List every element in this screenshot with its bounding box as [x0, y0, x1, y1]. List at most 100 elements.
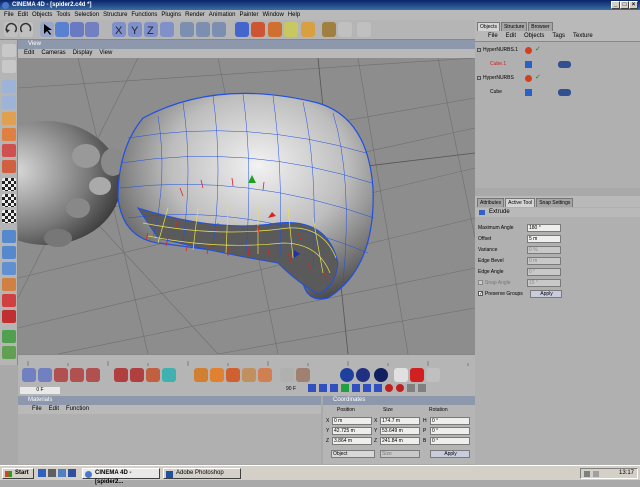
texture-mode-icon[interactable]: [2, 144, 16, 157]
pos-z-field[interactable]: 3.864 m: [332, 437, 372, 445]
material-new-icon[interactable]: [194, 368, 208, 382]
objects-menu-file[interactable]: File: [488, 31, 498, 41]
rotate-tool-icon[interactable]: [85, 22, 99, 37]
object-row-hypernurbs-1[interactable]: HyperNURBS.1 ✓: [475, 44, 640, 56]
quicklaunch-explorer-icon[interactable]: [58, 469, 66, 477]
z-axis-icon[interactable]: Z: [144, 22, 158, 37]
options-icon[interactable]: [426, 368, 440, 382]
menu-tools[interactable]: Tools: [56, 10, 70, 20]
move-tool-icon[interactable]: [55, 22, 69, 37]
checker-icon[interactable]: [2, 178, 16, 191]
next-key-icon[interactable]: [363, 384, 371, 392]
maximize-button[interactable]: □: [620, 1, 629, 9]
edge-bevel-field[interactable]: 0 m: [527, 257, 561, 265]
render-view-icon[interactable]: [180, 22, 194, 37]
start-button[interactable]: Start: [2, 468, 34, 479]
paint-tool-icon[interactable]: [296, 368, 310, 382]
brush-icon[interactable]: [2, 262, 16, 275]
size-mode-select[interactable]: Size: [380, 450, 420, 458]
tab-active-tool[interactable]: Active Tool: [505, 198, 536, 207]
paint-icon[interactable]: [2, 278, 16, 291]
weight-icon[interactable]: [2, 346, 16, 359]
brush-tool-icon[interactable]: [280, 368, 294, 382]
menu-animation[interactable]: Animation: [209, 10, 236, 20]
camera-render-icon[interactable]: [394, 368, 408, 382]
object-row-hypernurbs[interactable]: HyperNURBS ✓: [475, 72, 640, 84]
pos-x-field[interactable]: 0 m: [332, 417, 372, 425]
record-key-icon[interactable]: [385, 384, 393, 392]
expand-icon[interactable]: [477, 48, 481, 52]
menu-render[interactable]: Render: [185, 10, 205, 20]
tray-volume-icon[interactable]: [584, 471, 590, 477]
rot-b-field[interactable]: 0 °: [430, 437, 470, 445]
size-z-field[interactable]: 241.84 m: [380, 437, 420, 445]
timeline-bar[interactable]: [18, 354, 475, 366]
task-photoshop[interactable]: Adobe Photoshop: [163, 468, 241, 479]
render-sphere-icon[interactable]: [340, 368, 354, 382]
viewport-menu-edit[interactable]: Edit: [24, 49, 34, 58]
spider-head-mesh[interactable]: [18, 121, 125, 247]
keyframe-icon[interactable]: [114, 368, 128, 382]
texture-tag-icon[interactable]: [558, 61, 571, 68]
object-name[interactable]: Cube: [490, 86, 502, 98]
objects-menu-tags[interactable]: Tags: [552, 31, 565, 41]
render-sphere-2-icon[interactable]: [356, 368, 370, 382]
next-frame-icon[interactable]: [352, 384, 360, 392]
objects-menu-edit[interactable]: Edit: [506, 31, 516, 41]
material-copy-icon[interactable]: [258, 368, 272, 382]
points-mode-icon[interactable]: [2, 96, 16, 109]
viewport-menu-display[interactable]: Display: [73, 49, 93, 58]
tweak-icon[interactable]: [2, 230, 16, 243]
material-sphere-icon[interactable]: [210, 368, 224, 382]
tab-structure[interactable]: Structure: [500, 22, 528, 31]
texture-tag-icon[interactable]: [558, 89, 571, 96]
object-name[interactable]: HyperNURBS: [483, 72, 514, 84]
record-pos-icon[interactable]: [54, 368, 68, 382]
enabled-check-icon[interactable]: ✓: [535, 44, 541, 56]
rot-p-field[interactable]: 0 °: [430, 427, 470, 435]
edit-mode-icon[interactable]: [2, 44, 16, 57]
preserve-groups-checkbox[interactable]: ✓: [478, 291, 483, 297]
object-row-cube[interactable]: Cube: [475, 86, 640, 98]
display-mode-icon[interactable]: [357, 22, 371, 37]
spider-body-mesh[interactable]: [117, 92, 375, 300]
rot-h-field[interactable]: 0 °: [430, 417, 470, 425]
record-rot-icon[interactable]: [86, 368, 100, 382]
size-x-field[interactable]: 174.7 m: [380, 417, 420, 425]
current-frame-field[interactable]: 0 F: [20, 387, 60, 394]
clone-icon[interactable]: [2, 294, 16, 307]
menu-file[interactable]: File: [4, 10, 14, 20]
enabled-check-icon[interactable]: ✓: [535, 72, 541, 84]
materials-menu-function[interactable]: Function: [66, 405, 89, 414]
scene-object-icon[interactable]: [284, 22, 298, 37]
edges-mode-icon[interactable]: [2, 112, 16, 125]
minimize-button[interactable]: _: [611, 1, 620, 9]
viewport-scene[interactable]: [18, 58, 475, 354]
object-row-cube-1[interactable]: Cube.1: [475, 58, 640, 70]
playback-options-icon[interactable]: [418, 384, 426, 392]
x-axis-icon[interactable]: X: [112, 22, 126, 37]
materials-menu-edit[interactable]: Edit: [49, 405, 59, 414]
scale-tool-icon[interactable]: [70, 22, 84, 37]
tab-objects[interactable]: Objects: [477, 22, 500, 31]
menu-selection[interactable]: Selection: [74, 10, 99, 20]
size-y-field[interactable]: 53.649 m: [380, 427, 420, 435]
magnet-icon[interactable]: [2, 246, 16, 259]
camera-icon[interactable]: [322, 22, 336, 37]
menu-window[interactable]: Window: [263, 10, 284, 20]
cube-primitive-icon[interactable]: [235, 22, 249, 37]
variance-field[interactable]: 0 %: [527, 246, 561, 254]
model-mode-icon[interactable]: [2, 60, 16, 73]
autokeying-icon[interactable]: [396, 384, 404, 392]
redo-icon[interactable]: [19, 22, 33, 37]
menu-painter[interactable]: Painter: [239, 10, 258, 20]
objects-menu-objects[interactable]: Objects: [524, 31, 544, 41]
nurbs-icon[interactable]: [251, 22, 265, 37]
3d-viewport[interactable]: [18, 58, 475, 354]
close-button[interactable]: ×: [629, 1, 638, 9]
render-sphere-3-icon[interactable]: [374, 368, 388, 382]
autokey-icon[interactable]: [130, 368, 144, 382]
object-mode-icon[interactable]: [2, 80, 16, 93]
coordinate-system-icon[interactable]: [160, 22, 174, 37]
knife-icon[interactable]: [2, 330, 16, 343]
